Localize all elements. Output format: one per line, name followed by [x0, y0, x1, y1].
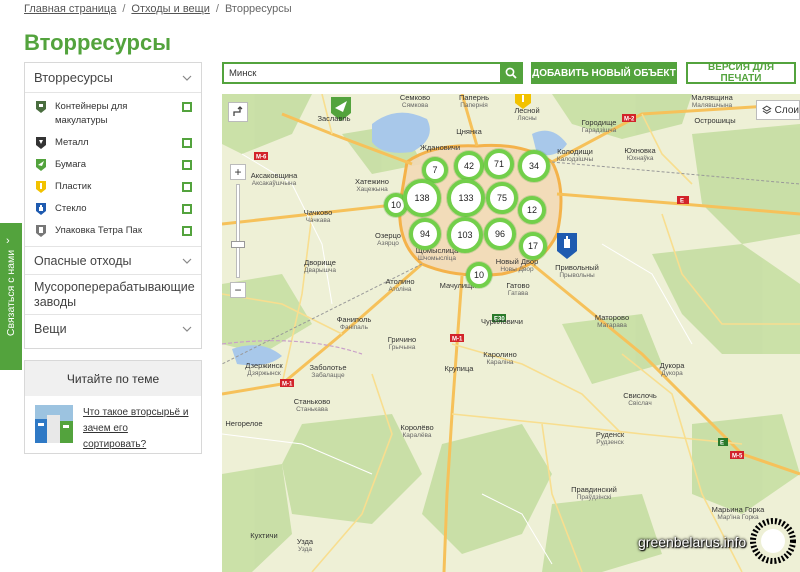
zoom-control: + −	[230, 164, 246, 368]
subcategory-checkbox[interactable]	[182, 182, 192, 192]
contact-us-label: Связаться с нами	[5, 249, 17, 336]
svg-text:M-2: M-2	[624, 117, 635, 123]
subcategory-list: Контейнеры для макулатуры Металл Бумага …	[25, 93, 201, 247]
subcategory-glass[interactable]: Стекло	[25, 198, 201, 220]
add-new-object-button[interactable]: ДОБАВИТЬ НОВЫЙ ОБЪЕКТ	[531, 62, 677, 84]
subcategory-checkbox[interactable]	[182, 160, 192, 170]
category-things[interactable]: Вещи	[25, 315, 201, 343]
read-more-link[interactable]: Что такое вторсырьё и зачем его сортиров…	[83, 405, 193, 453]
contact-us-tab[interactable]: › Связаться с нами	[0, 223, 22, 370]
read-more-item[interactable]: Что такое вторсырьё и зачем его сортиров…	[25, 396, 201, 453]
subcategory-checkbox[interactable]	[182, 204, 192, 214]
breadcrumb-home-link[interactable]: Главная страница	[24, 3, 116, 15]
cluster-marker[interactable]: 94	[409, 218, 441, 250]
breadcrumb-current: Вторресурсы	[224, 3, 292, 15]
subcategory-label: Металл	[55, 137, 89, 148]
chevron-down-icon	[182, 75, 192, 81]
layers-icon	[762, 105, 772, 114]
paper-icon	[36, 159, 46, 171]
subcategory-metal[interactable]: Металл	[25, 132, 201, 154]
subcategory-label: Стекло	[55, 203, 87, 214]
cluster-marker[interactable]: 96	[484, 218, 516, 250]
category-label: Мусороперерабатывающие заводы	[34, 279, 195, 309]
route-button[interactable]	[228, 102, 248, 122]
plastic-icon	[36, 181, 46, 193]
subcategory-tetrapak[interactable]: Упаковка Тетра Пак	[25, 220, 201, 242]
subcategory-label: Пластик	[55, 181, 92, 192]
map-search-bar	[222, 62, 523, 84]
subcategory-label: Контейнеры для макулатуры	[55, 101, 128, 126]
cluster-marker[interactable]: 42	[454, 151, 484, 181]
subcategory-label: Бумага	[55, 159, 87, 170]
category-header-recyclables[interactable]: Вторресурсы	[25, 63, 201, 93]
subcategory-checkbox[interactable]	[182, 102, 192, 112]
cluster-marker[interactable]: 12	[518, 196, 546, 224]
category-label: Вещи	[34, 322, 67, 336]
breadcrumb-section-link[interactable]: Отходы и вещи	[131, 3, 209, 15]
metal-icon	[36, 137, 46, 149]
svg-text:E: E	[720, 441, 724, 447]
route-icon	[233, 106, 243, 116]
glass-marker[interactable]	[556, 232, 578, 260]
chevron-down-icon	[182, 258, 192, 264]
glass-icon	[36, 203, 46, 215]
site-watermark: greenbelarus.info	[638, 534, 747, 550]
category-recycling-plants[interactable]: Мусороперерабатывающие заводы	[25, 275, 201, 315]
chevron-right-icon: ›	[6, 235, 10, 247]
cluster-marker[interactable]: 34	[518, 150, 550, 182]
recycling-map[interactable]: M-6 M-2 E M-1 M-1 M-5 E E30 Семково Сямко…	[222, 94, 800, 572]
svg-text:M-1: M-1	[452, 337, 463, 343]
category-header-label: Вторресурсы	[34, 70, 113, 85]
subcategory-checkbox[interactable]	[182, 226, 192, 236]
subcategory-plastic[interactable]: Пластик	[25, 176, 201, 198]
article-thumbnail[interactable]	[35, 405, 73, 443]
zoom-in-button[interactable]: +	[230, 164, 246, 180]
cluster-marker[interactable]: 138	[403, 179, 441, 217]
print-version-button[interactable]: ВЕРСИЯ ДЛЯ ПЕЧАТИ	[686, 62, 796, 84]
cluster-marker[interactable]: 71	[484, 149, 514, 179]
svg-text:E30: E30	[494, 317, 505, 323]
subcategory-containers[interactable]: Контейнеры для макулатуры	[25, 96, 201, 132]
tetrapak-icon	[36, 225, 46, 237]
zoom-out-button[interactable]: −	[230, 282, 246, 298]
cluster-marker[interactable]: 133	[447, 179, 485, 217]
layers-button[interactable]: Слои	[756, 100, 800, 120]
search-button[interactable]	[500, 64, 522, 82]
category-label: Опасные отходы	[34, 253, 132, 268]
zoom-slider[interactable]	[231, 184, 245, 278]
subcategory-label: Упаковка Тетра Пак	[55, 225, 142, 236]
category-sidebar: Вторресурсы Контейнеры для макулатуры Ме…	[24, 62, 202, 349]
cluster-marker[interactable]: 103	[447, 217, 483, 253]
svg-text:M-6: M-6	[256, 155, 267, 161]
svg-text:E: E	[680, 199, 684, 205]
chevron-down-icon	[182, 326, 192, 332]
svg-text:M-1: M-1	[282, 382, 293, 388]
layers-label: Слои	[774, 104, 799, 116]
subcategory-paper[interactable]: Бумага	[25, 154, 201, 176]
watermark-logo	[750, 518, 796, 564]
svg-text:M-5: M-5	[732, 454, 743, 460]
paper-marker[interactable]	[330, 96, 352, 122]
breadcrumb: Главная страница / Отходы и вещи / Вторресур…	[24, 3, 292, 15]
read-more-box: Читайте по теме Что такое вторсырьё и за…	[24, 360, 202, 454]
plastic-marker[interactable]	[514, 94, 532, 110]
search-input[interactable]	[224, 64, 500, 82]
category-hazardous-waste[interactable]: Опасные отходы	[25, 247, 201, 275]
read-more-title: Читайте по теме	[25, 361, 201, 396]
subcategory-checkbox[interactable]	[182, 138, 192, 148]
search-icon	[505, 67, 517, 79]
container-icon	[36, 101, 46, 113]
cluster-marker[interactable]: 17	[519, 232, 547, 260]
page-title: Вторресурсы	[24, 30, 171, 55]
cluster-marker[interactable]: 75	[486, 182, 518, 214]
zoom-slider-handle[interactable]	[231, 241, 245, 248]
cluster-marker[interactable]: 10	[466, 262, 492, 288]
